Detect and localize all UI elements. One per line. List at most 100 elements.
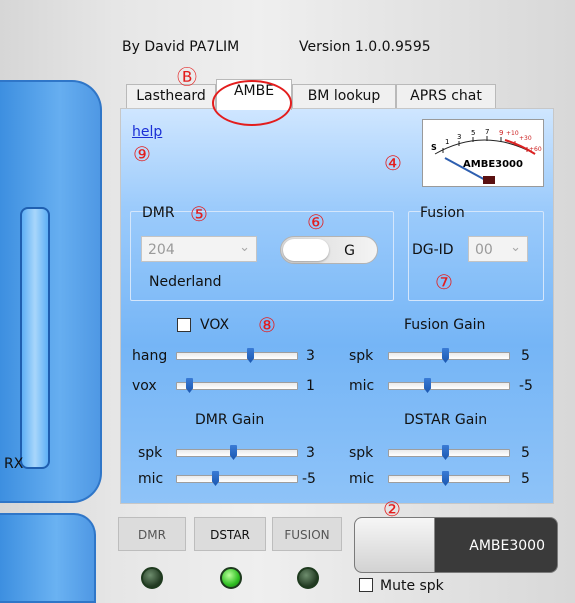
tab-label: Lastheard xyxy=(136,88,206,104)
meter-scale-1: 1 xyxy=(445,138,449,146)
meter-scale-7: 7 xyxy=(485,128,489,136)
dmr-country-label: Nederland xyxy=(149,274,222,290)
dmr-mic-label: mic xyxy=(138,471,164,487)
slider-thumb[interactable] xyxy=(442,348,449,363)
fusion-mic-slider[interactable] xyxy=(388,378,510,393)
dstar-spk-value: 5 xyxy=(521,445,530,461)
meter-dial: S 1 3 5 7 9 +10 +30 +60 AMBE3000 xyxy=(431,128,542,184)
dgid-label: DG-ID xyxy=(412,242,454,258)
meter-brand: AMBE3000 xyxy=(463,159,523,170)
fusion-spk-label: spk xyxy=(349,348,374,364)
dmr-mic-value: -5 xyxy=(302,471,316,487)
dstar-gain-title: DSTAR Gain xyxy=(404,412,488,428)
dstar-spk-slider[interactable] xyxy=(388,445,510,460)
tab-lastheard[interactable]: Lastheard xyxy=(126,84,216,108)
left-signal-panel xyxy=(0,80,102,503)
meter-scale-s: S xyxy=(431,143,437,152)
annotation-9: ⑨ xyxy=(133,142,151,166)
annotation-4: ④ xyxy=(384,151,402,175)
ambe3000-button[interactable]: AMBE3000 xyxy=(354,517,558,573)
slider-thumb[interactable] xyxy=(442,471,449,486)
meter-scale-9: 9 xyxy=(499,129,503,137)
dstar-mic-label: mic xyxy=(349,471,375,487)
fusion-spk-slider[interactable] xyxy=(388,348,510,363)
led-dmr xyxy=(141,567,163,589)
annotation-7: ⑦ xyxy=(435,270,453,294)
dgid-select[interactable]: 00 ⌄ xyxy=(468,236,528,262)
fusion-mic-value: -5 xyxy=(519,378,533,394)
mode-label: DMR xyxy=(138,528,166,542)
meter-scale-plus30: +30 xyxy=(519,135,532,142)
dstar-spk-label: spk xyxy=(349,445,374,461)
tab-label: APRS chat xyxy=(410,88,482,104)
meter-scale-plus10: +10 xyxy=(506,130,519,137)
led-dstar xyxy=(220,567,242,589)
mode-label: DSTAR xyxy=(210,528,250,542)
annotation-6: ⑥ xyxy=(307,210,325,234)
meter-pivot xyxy=(483,176,495,184)
dmr-toggle-switch[interactable]: G xyxy=(280,236,378,264)
button-face xyxy=(355,518,435,572)
chevron-down-icon: ⌄ xyxy=(239,240,250,255)
tab-label: BM lookup xyxy=(307,88,381,104)
slider-thumb[interactable] xyxy=(442,445,449,460)
mode-button-fusion[interactable]: FUSION xyxy=(272,517,342,551)
help-link[interactable]: help xyxy=(132,125,162,139)
dmr-network-select[interactable]: 204 ⌄ xyxy=(141,236,257,262)
slider-thumb[interactable] xyxy=(186,378,193,393)
meter-scale-5: 5 xyxy=(471,129,475,137)
slider-thumb[interactable] xyxy=(212,471,219,486)
ambe3000-button-label: AMBE3000 xyxy=(469,538,545,554)
meter-scale-3: 3 xyxy=(457,133,461,141)
mode-label: FUSION xyxy=(284,528,330,542)
hang-value: 3 xyxy=(306,348,315,364)
dmr-group-title: DMR xyxy=(142,205,175,221)
dmr-mic-slider[interactable] xyxy=(176,471,298,486)
dmr-spk-value: 3 xyxy=(306,445,315,461)
dmr-spk-slider[interactable] xyxy=(176,445,298,460)
vox-label: VOX xyxy=(200,317,230,333)
mode-button-dstar[interactable]: DSTAR xyxy=(194,517,266,551)
dstar-mic-value: 5 xyxy=(521,471,530,487)
mode-button-dmr[interactable]: DMR xyxy=(118,517,186,551)
rx-label: RX xyxy=(4,456,24,472)
fusion-spk-value: 5 xyxy=(521,348,530,364)
chevron-down-icon: ⌄ xyxy=(510,240,521,255)
slider-thumb[interactable] xyxy=(230,445,237,460)
annotation-5: ⑤ xyxy=(190,202,208,226)
vox-slider[interactable] xyxy=(176,378,298,393)
version-label: Version 1.0.0.9595 xyxy=(299,39,431,55)
led-fusion xyxy=(297,567,319,589)
tab-bm-lookup[interactable]: BM lookup xyxy=(292,84,396,108)
annotation-8: ⑧ xyxy=(258,313,276,337)
left-lower-panel xyxy=(0,513,96,603)
ambe-panel: help S 1 3 5 7 9 +10 +30 +60 AMBE3000 DM… xyxy=(120,108,554,504)
toggle-knob xyxy=(283,239,329,261)
slider-thumb[interactable] xyxy=(247,348,254,363)
vox-value: 1 xyxy=(306,378,315,394)
annotation-ellipse xyxy=(212,80,292,126)
hang-label: hang xyxy=(132,348,168,364)
signal-meter: S 1 3 5 7 9 +10 +30 +60 AMBE3000 xyxy=(422,119,544,187)
dmr-spk-label: spk xyxy=(138,445,163,461)
meter-scale-plus60: +60 xyxy=(529,146,542,153)
slider-thumb[interactable] xyxy=(424,378,431,393)
mute-spk-label: Mute spk xyxy=(380,578,444,594)
fusion-gain-title: Fusion Gain xyxy=(404,317,486,333)
dgid-value: 00 xyxy=(475,242,493,258)
toggle-label: G xyxy=(344,243,355,259)
dmr-gain-title: DMR Gain xyxy=(195,412,265,428)
fusion-group-title: Fusion xyxy=(420,205,465,221)
tab-aprs-chat[interactable]: APRS chat xyxy=(396,84,496,108)
annotation-2: ② xyxy=(383,497,401,521)
dstar-mic-slider[interactable] xyxy=(388,471,510,486)
author-label: By David PA7LIM xyxy=(122,39,240,55)
rx-level-meter xyxy=(20,207,50,469)
fusion-mic-label: mic xyxy=(349,378,375,394)
dmr-network-value: 204 xyxy=(148,242,175,258)
vox-level-label: vox xyxy=(132,378,157,394)
hang-slider[interactable] xyxy=(176,348,298,363)
mute-spk-checkbox[interactable] xyxy=(359,578,373,592)
vox-checkbox[interactable] xyxy=(177,318,191,332)
annotation-b: Ⓑ xyxy=(177,65,197,89)
